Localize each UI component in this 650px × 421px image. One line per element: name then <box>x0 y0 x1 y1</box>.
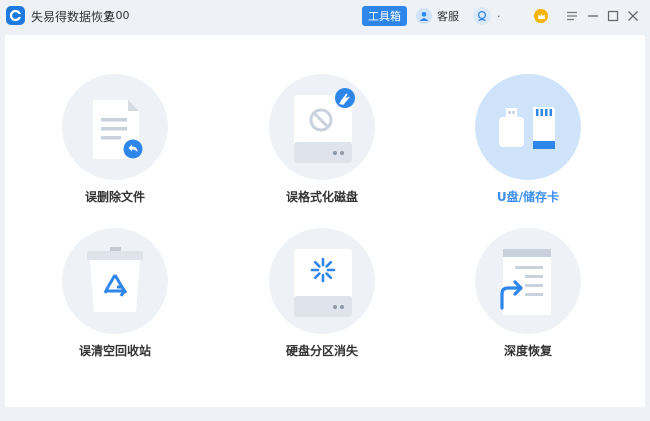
tile-circle <box>62 74 168 180</box>
customer-service-label: 客服 <box>437 10 459 23</box>
vip-crown-icon[interactable] <box>534 9 548 23</box>
customer-service-button[interactable]: 客服 <box>416 7 459 25</box>
tile-deep-recovery[interactable]: 深度恢复 <box>458 228 598 368</box>
maximize-icon[interactable] <box>604 7 622 25</box>
close-icon[interactable] <box>624 7 642 25</box>
tile-usb-sdcard[interactable]: U盘/储存卡 <box>458 74 598 214</box>
formatted-disk-icon <box>294 88 355 163</box>
title-bar: 失易得数据恢复 7.00 工具箱 客服 · <box>0 0 650 32</box>
tile-label: 硬盘分区消失 <box>285 344 358 358</box>
recovery-mode-panel: 误删除文件 误格式化磁盘 U盘/储存卡 误清空回收站 硬盘分区消失 深度恢复 <box>5 35 645 407</box>
app-logo-icon <box>6 6 25 25</box>
tile-label: U盘/储存卡 <box>496 190 560 204</box>
menu-icon[interactable] <box>563 7 581 25</box>
tile-label: 误格式化磁盘 <box>285 190 358 204</box>
tile-circle <box>475 74 581 180</box>
tile-formatted-disk[interactable]: 误格式化磁盘 <box>252 74 392 214</box>
user-name: · <box>497 9 501 23</box>
tile-lost-partition[interactable]: 硬盘分区消失 <box>252 228 392 368</box>
tile-circle <box>269 228 375 334</box>
tile-label: 误删除文件 <box>84 190 145 204</box>
tile-circle <box>62 228 168 334</box>
tile-deleted-files[interactable]: 误删除文件 <box>45 74 185 214</box>
recycle-bin-icon <box>87 247 143 312</box>
customer-service-icon <box>416 8 432 24</box>
tile-label: 深度恢复 <box>503 344 552 358</box>
minimize-icon[interactable] <box>584 7 602 25</box>
app-version: 7.00 <box>105 9 130 22</box>
lost-partition-icon <box>294 249 352 317</box>
deep-recovery-icon <box>500 249 551 315</box>
deleted-file-icon <box>93 100 143 159</box>
usb-sdcard-icon <box>499 107 555 149</box>
tile-circle <box>269 74 375 180</box>
toolbox-button[interactable]: 工具箱 <box>362 6 407 26</box>
user-account[interactable]: · <box>473 6 501 26</box>
tile-circle <box>475 228 581 334</box>
tile-label: 误清空回收站 <box>78 344 151 358</box>
user-avatar-icon <box>473 7 491 25</box>
tile-recycle-bin[interactable]: 误清空回收站 <box>45 228 185 368</box>
app-title: 失易得数据恢复 <box>31 10 116 24</box>
